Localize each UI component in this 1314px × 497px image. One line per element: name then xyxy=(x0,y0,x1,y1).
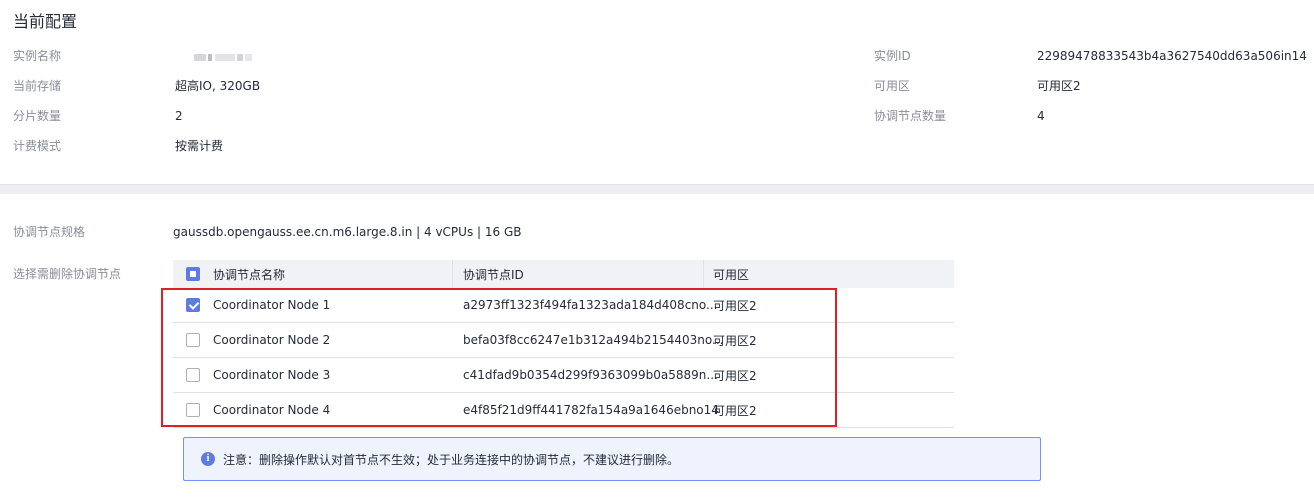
config-label: 分片数量 xyxy=(13,109,62,123)
config-label: 协调节点数量 xyxy=(874,109,947,123)
spec-value: gaussdb.opengauss.ee.cn.m6.large.8.in | … xyxy=(173,225,522,239)
table-row[interactable]: Coordinator Node 4 e4f85f21d9ff441782fa1… xyxy=(173,393,954,428)
table-row[interactable]: Coordinator Node 2 befa03f8cc6247e1b312a… xyxy=(173,323,954,358)
config-row-coordinator-count: 协调节点数量 4 xyxy=(874,108,1304,124)
config-label: 当前存储 xyxy=(13,79,62,93)
column-header-az: 可用区 xyxy=(713,267,750,282)
node-az: 可用区2 xyxy=(713,403,757,418)
config-value: 按需计费 xyxy=(175,139,224,153)
column-header-id: 协调节点ID xyxy=(463,267,524,282)
row-checkbox[interactable] xyxy=(186,368,200,382)
node-az: 可用区2 xyxy=(713,298,757,313)
config-value: 2 xyxy=(175,109,183,123)
config-row-az: 可用区 可用区2 xyxy=(874,78,1304,94)
row-checkbox[interactable] xyxy=(186,333,200,347)
section-divider xyxy=(0,184,1314,194)
row-checkbox-cell xyxy=(186,358,200,392)
section-title: 当前配置 xyxy=(13,12,78,31)
node-az: 可用区2 xyxy=(713,368,757,383)
node-name: Coordinator Node 2 xyxy=(213,333,331,347)
config-value: 可用区2 xyxy=(1037,79,1081,93)
table-row[interactable]: Coordinator Node 3 c41dfad9b0354d299f936… xyxy=(173,358,954,393)
masked-value xyxy=(175,51,255,63)
node-id: a2973ff1323f494fa1323ada184d408cno... xyxy=(463,298,718,312)
table-header: 协调节点名称 协调节点ID 可用区 xyxy=(173,260,954,288)
column-divider xyxy=(703,260,704,288)
instance-name-masked xyxy=(175,48,255,64)
node-name: Coordinator Node 4 xyxy=(213,403,331,417)
config-label: 实例ID xyxy=(874,49,911,63)
node-name: Coordinator Node 1 xyxy=(213,298,331,312)
node-az: 可用区2 xyxy=(713,333,757,348)
row-checkbox-cell xyxy=(186,393,200,427)
notice-text: 注意：删除操作默认对首节点不生效；处于业务连接中的协调节点，不建议进行删除。 xyxy=(223,452,680,467)
config-row-instance-name: 实例名称 xyxy=(13,48,613,64)
spec-label: 协调节点规格 xyxy=(13,225,86,239)
config-value: 超高IO, 320GB xyxy=(175,79,261,93)
select-nodes-label: 选择需删除协调节点 xyxy=(13,267,122,281)
spec-row: 协调节点规格 gaussdb.opengauss.ee.cn.m6.large.… xyxy=(13,224,713,240)
node-id: e4f85f21d9ff441782fa154a9a1646ebno14 xyxy=(463,403,719,417)
info-icon: i xyxy=(201,452,215,466)
column-divider xyxy=(452,260,453,288)
config-label: 计费模式 xyxy=(13,139,62,153)
config-row-billing: 计费模式 按需计费 xyxy=(13,138,613,154)
config-label: 可用区 xyxy=(874,79,911,93)
select-nodes-label-row: 选择需删除协调节点 xyxy=(13,266,163,282)
node-name: Coordinator Node 3 xyxy=(213,368,331,382)
row-checkbox-cell xyxy=(186,288,200,322)
config-row-shards: 分片数量 2 xyxy=(13,108,613,124)
row-checkbox[interactable] xyxy=(186,298,200,312)
select-all-checkbox[interactable] xyxy=(186,267,200,281)
coordinator-node-table: 协调节点名称 协调节点ID 可用区 Coordinator Node 1 a29… xyxy=(173,260,954,428)
column-header-name: 协调节点名称 xyxy=(213,267,286,282)
config-row-storage: 当前存储 超高IO, 320GB xyxy=(13,78,613,94)
notice-banner: i 注意：删除操作默认对首节点不生效；处于业务连接中的协调节点，不建议进行删除。 xyxy=(183,437,1041,481)
row-checkbox[interactable] xyxy=(186,403,200,417)
config-value: 4 xyxy=(1037,109,1045,123)
node-id: befa03f8cc6247e1b312a494b2154403no... xyxy=(463,333,724,347)
config-label: 实例名称 xyxy=(13,49,62,63)
header-checkbox-cell xyxy=(186,260,200,288)
config-value: 22989478833543b4a3627540dd63a506in14 xyxy=(1037,49,1307,63)
table-row[interactable]: Coordinator Node 1 a2973ff1323f494fa1323… xyxy=(173,288,954,323)
row-checkbox-cell xyxy=(186,323,200,357)
config-row-instance-id: 实例ID 22989478833543b4a3627540dd63a506in1… xyxy=(874,48,1307,64)
node-id: c41dfad9b0354d299f9363099b0a5889n... xyxy=(463,368,718,382)
